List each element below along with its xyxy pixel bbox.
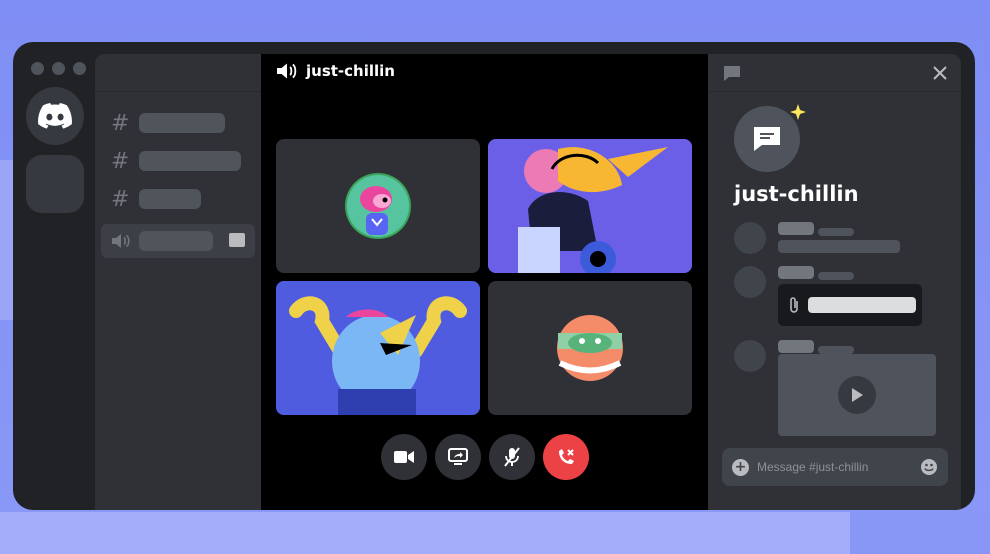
text-channel-item[interactable]: #	[101, 144, 255, 178]
timestamp-placeholder	[818, 228, 854, 236]
screen-share-icon	[448, 448, 468, 465]
server-icon[interactable]	[26, 155, 84, 213]
screen-share-button[interactable]	[435, 434, 481, 480]
channel-name-placeholder	[139, 151, 241, 171]
mute-button[interactable]	[489, 434, 535, 480]
hash-icon: #	[111, 186, 130, 212]
channel-name-placeholder	[139, 231, 213, 251]
thread-panel: just-chillin + Message #just-chillin	[708, 54, 961, 510]
paperclip-icon	[790, 297, 798, 313]
panel-header	[708, 54, 961, 92]
text-channel-item[interactable]: #	[101, 106, 255, 140]
username-placeholder	[778, 340, 814, 353]
voice-channel-name: just-chillin	[306, 62, 395, 80]
play-icon	[852, 388, 863, 402]
app-window: # # # just-chillin just-chillin + Messag…	[13, 42, 975, 510]
hash-icon: #	[111, 148, 130, 174]
voice-channel-header: just-chillin	[276, 62, 395, 80]
speaker-icon	[277, 63, 297, 79]
username-placeholder	[778, 222, 814, 235]
play-button[interactable]	[838, 376, 876, 414]
file-attachment[interactable]	[778, 284, 922, 326]
chat-bubble-icon	[724, 66, 740, 81]
video-camera-icon	[394, 451, 414, 463]
message-input[interactable]: + Message #just-chillin	[722, 448, 948, 486]
microphone-muted-icon	[504, 447, 520, 467]
channel-list-header	[95, 54, 261, 92]
background-accent	[0, 512, 850, 554]
participant-tile[interactable]	[276, 281, 480, 415]
hash-icon: #	[111, 110, 130, 136]
chat-bubble-icon[interactable]	[229, 233, 245, 247]
add-circle-icon[interactable]: +	[732, 458, 749, 476]
avatar	[734, 340, 766, 372]
home-button[interactable]	[26, 87, 84, 145]
username-placeholder	[778, 266, 814, 279]
timestamp-placeholder	[818, 346, 854, 354]
camera-button[interactable]	[381, 434, 427, 480]
file-name-placeholder	[808, 297, 916, 313]
avatar	[276, 281, 480, 415]
speaker-icon	[112, 234, 130, 248]
avatar	[345, 173, 411, 239]
avatar	[734, 266, 766, 298]
emoji-icon[interactable]	[920, 458, 938, 476]
avatar	[488, 139, 692, 273]
video-attachment[interactable]	[778, 354, 936, 436]
sparkle-icon	[790, 104, 806, 120]
message-placeholder	[778, 240, 900, 253]
avatar	[734, 222, 766, 254]
server-rail	[13, 42, 95, 510]
message-input-placeholder: Message #just-chillin	[757, 460, 869, 474]
participant-tile[interactable]	[276, 139, 480, 273]
channel-name-placeholder	[139, 113, 225, 133]
panel-channel-title: just-chillin	[734, 182, 859, 206]
voice-stage: just-chillin	[261, 54, 708, 510]
text-channel-item[interactable]: #	[101, 182, 255, 216]
participant-tile[interactable]	[488, 281, 692, 415]
hang-up-button[interactable]	[543, 434, 589, 480]
discord-logo-icon	[38, 103, 72, 129]
participant-tile[interactable]	[488, 139, 692, 273]
background-accent	[850, 512, 990, 554]
phone-hangup-icon	[559, 449, 574, 464]
channel-list: # # #	[95, 54, 261, 510]
channel-name-placeholder	[139, 189, 201, 209]
timestamp-placeholder	[818, 272, 854, 280]
voice-channel-item[interactable]	[101, 224, 255, 258]
avatar	[557, 315, 623, 381]
close-icon[interactable]	[933, 66, 947, 80]
chat-bubble-icon	[754, 127, 780, 151]
